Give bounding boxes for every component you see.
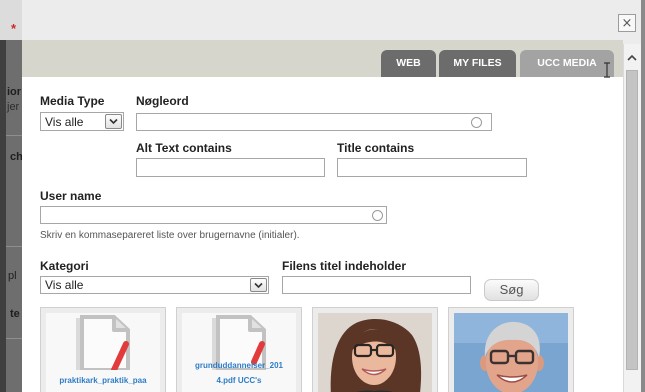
background-text-fragment: jer xyxy=(7,101,20,113)
user-name-field xyxy=(40,206,387,224)
thumbnail-caption-line: grunduddannelser_201 xyxy=(194,361,284,370)
background-sidebar-edge xyxy=(0,40,6,392)
user-name-label: User name xyxy=(40,189,102,203)
background-text-fragment: pl xyxy=(8,270,17,282)
tab-web[interactable]: WEB xyxy=(381,50,436,77)
media-type-select[interactable]: Vis alle xyxy=(40,112,124,131)
media-type-label: Media Type xyxy=(40,94,105,108)
tab-my-files[interactable]: MY FILES xyxy=(439,50,516,77)
background-divider xyxy=(6,246,22,247)
title-field xyxy=(337,158,527,177)
thumbnail-preview: praktikark_praktik_paa xyxy=(46,313,160,392)
thumbnail-caption[interactable]: grunduddannelser_201 4.pdf UCC's xyxy=(182,358,296,388)
file-title-input[interactable] xyxy=(282,276,471,294)
category-value: Vis alle xyxy=(45,278,84,292)
vertical-scrollbar[interactable] xyxy=(623,44,641,392)
close-button[interactable]: × xyxy=(618,14,636,32)
alt-text-field xyxy=(136,158,325,177)
thumbnail-caption-line: praktikark_praktik_paa xyxy=(59,376,147,385)
keyword-input[interactable] xyxy=(136,113,492,131)
user-name-input[interactable] xyxy=(40,206,387,224)
category-label: Kategori xyxy=(40,259,89,273)
scrollbar-thumb[interactable] xyxy=(626,70,638,370)
photo-thumbnail-image xyxy=(454,313,568,392)
media-type-value: Vis alle xyxy=(45,115,84,129)
media-thumbnail[interactable] xyxy=(312,307,438,392)
media-browser-dialog: × WEB MY FILES UCC MEDIA Media Type Vis … xyxy=(22,0,641,392)
media-thumbnail[interactable]: grunduddannelser_201 4.pdf UCC's xyxy=(176,307,302,392)
chevron-down-icon xyxy=(109,118,118,125)
background-text-fragment: ch xyxy=(10,151,22,163)
autocomplete-throbber-icon xyxy=(372,210,383,221)
media-thumbnail[interactable]: praktikark_praktik_paa xyxy=(40,307,166,392)
thumbnail-preview xyxy=(454,313,568,392)
thumbnail-caption-line: 4.pdf UCC's xyxy=(216,376,262,385)
chevron-down-icon xyxy=(254,282,263,289)
thumbnail-preview xyxy=(318,313,432,392)
autocomplete-throbber-icon xyxy=(471,117,482,128)
dialog-content: Media Type Vis alle Nøgleord Alt Text co… xyxy=(22,77,623,392)
background-divider xyxy=(6,135,22,136)
background-text-fragment: ior xyxy=(7,86,22,98)
photo-thumbnail-image xyxy=(318,313,432,392)
keyword-label: Nøgleord xyxy=(136,94,189,108)
alt-text-input[interactable] xyxy=(136,158,325,177)
search-button[interactable]: Søg xyxy=(484,279,539,301)
file-icon xyxy=(76,315,130,370)
background-text-fragment: te xyxy=(10,308,20,320)
background-divider xyxy=(6,338,22,339)
text-cursor-icon xyxy=(604,62,610,78)
tab-ucc-media[interactable]: UCC MEDIA xyxy=(520,50,614,77)
dropdown-button[interactable] xyxy=(105,114,122,129)
keyword-field xyxy=(136,113,492,131)
file-title-field xyxy=(282,276,471,294)
thumbnail-caption[interactable]: praktikark_praktik_paa xyxy=(46,373,160,388)
media-thumbnail[interactable] xyxy=(448,307,574,392)
tab-bar: WEB MY FILES UCC MEDIA xyxy=(22,40,623,77)
title-input[interactable] xyxy=(337,158,527,177)
category-select[interactable]: Vis alle xyxy=(40,276,269,294)
required-marker: * xyxy=(11,21,17,36)
title-label: Title contains xyxy=(337,141,415,155)
dropdown-button[interactable] xyxy=(250,278,267,292)
thumbnail-preview: grunduddannelser_201 4.pdf UCC's xyxy=(182,313,296,392)
background-page: * ior jer ch pl te xyxy=(0,0,22,392)
user-name-help-text: Skriv en kommasepareret liste over bruge… xyxy=(40,230,300,241)
alt-text-label: Alt Text contains xyxy=(136,141,232,155)
scroll-up-icon[interactable] xyxy=(627,54,637,61)
file-title-label: Filens titel indeholder xyxy=(282,259,407,273)
